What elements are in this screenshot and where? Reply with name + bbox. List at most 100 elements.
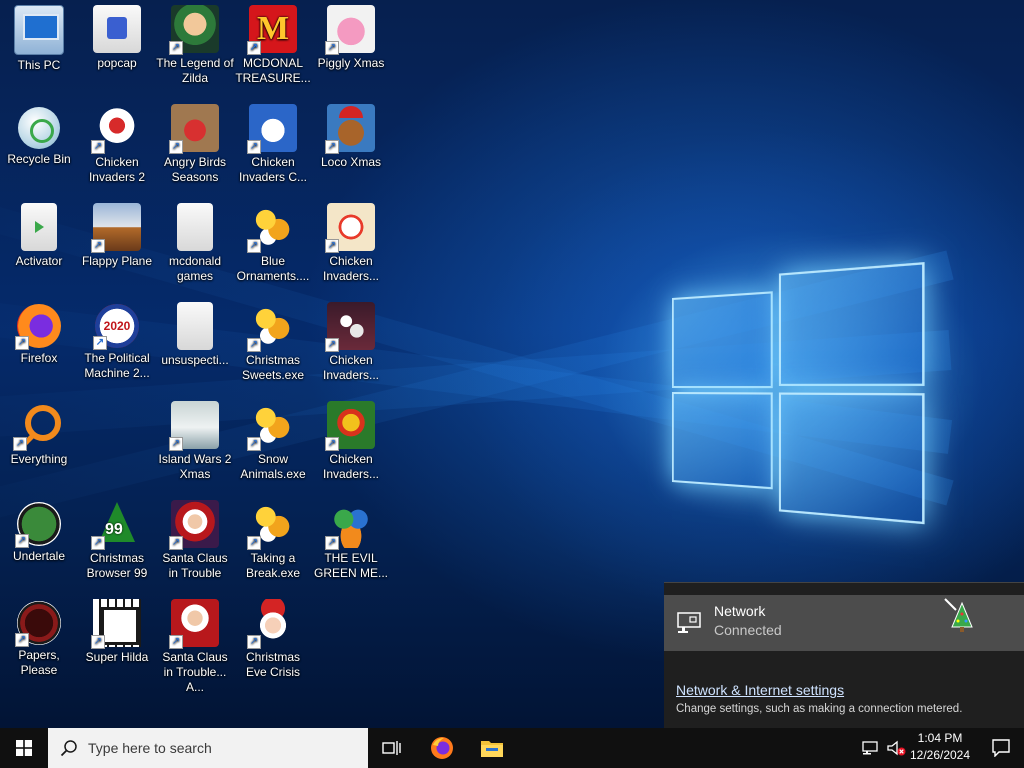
icon-label: Piggly Xmas (317, 56, 385, 70)
icon-label: Flappy Plane (81, 254, 153, 268)
shortcut-arrow-icon: ↗ (247, 437, 261, 451)
desktop-icon-this-pc[interactable]: This PC (0, 0, 78, 73)
island-icon: ↗ (169, 401, 219, 451)
icon-label: The Legend of Zilda (156, 56, 234, 85)
network-connection-tile[interactable]: Network Connected (664, 595, 1024, 651)
start-button[interactable] (0, 728, 48, 768)
chicken-icon: ↗ (325, 203, 375, 253)
shortcut-arrow-icon: ↗ (325, 239, 339, 253)
shortcut-arrow-icon: ↗ (325, 536, 339, 550)
taskbar-firefox-button[interactable] (418, 728, 466, 768)
icon-label: Loco Xmas (320, 155, 382, 169)
desktop-icon-christmas-eve-crisis[interactable]: ↗ Christmas Eve Crisis (234, 594, 312, 680)
desktop-icon-angry-birds-seasons[interactable]: ↗ Angry Birds Seasons (156, 99, 234, 185)
messenger-icon: ↗ (325, 500, 375, 550)
shortcut-arrow-icon: ↗ (247, 536, 261, 550)
desktop-icon-chicken-invaders-2[interactable]: ↗ Chicken Invaders 2 (78, 99, 156, 185)
desktop-icon-chicken-invaders-d[interactable]: ↗ Chicken Invaders... (312, 396, 390, 482)
mcdonalds-icon: M ↗ (247, 5, 297, 55)
tray-network-button[interactable] (858, 728, 884, 768)
snowman-icon: ↗ (247, 104, 297, 154)
icon-label: Taking a Break.exe (245, 551, 301, 580)
tray-clock[interactable]: 1:04 PM 12/26/2024 (906, 730, 974, 766)
desktop-icon-recycle-bin[interactable]: Recycle Bin (0, 99, 78, 167)
desktop-icon-flappy-plane[interactable]: ↗ Flappy Plane (78, 198, 156, 269)
desktop-icon-christmas-sweets[interactable]: ↗ Christmas Sweets.exe (234, 297, 312, 383)
tree-icon: 99 ↗ (91, 500, 141, 550)
desktop-icon-loco-xmas[interactable]: ↗ Loco Xmas (312, 99, 390, 170)
desktop-icon-blue-ornaments[interactable]: ↗ Blue Ornaments.... (234, 198, 312, 284)
shortcut-arrow-icon: ↗ (325, 140, 339, 154)
desktop-icon-mcdonald-games[interactable]: mcdonald games (156, 198, 234, 284)
desktop-icon-chicken-invaders-c[interactable]: ↗ Chicken Invaders C... (234, 99, 312, 185)
file-explorer-icon (481, 741, 503, 757)
shortcut-arrow-icon: ↗ (169, 41, 183, 55)
task-view-icon (382, 741, 401, 755)
desktop-icon-popcap[interactable]: popcap (78, 0, 156, 71)
desktop-icon-firefox[interactable]: ↗ Firefox (0, 297, 78, 366)
desktop-icon-mcdonal-treasure[interactable]: M ↗ MCDONAL TREASURE... (234, 0, 312, 86)
icon-label: Super Hilda (85, 650, 149, 664)
desktop-icon-legend-of-zilda[interactable]: ↗ The Legend of Zilda (156, 0, 234, 86)
network-settings-link[interactable]: Network & Internet settings (676, 682, 844, 698)
desktop-icon-santa-claus-in-trouble[interactable]: ↗ Santa Claus in Trouble (156, 495, 234, 581)
desktop-icon-papers-please[interactable]: ↗ Papers, Please (0, 594, 78, 678)
firefox-icon (431, 737, 453, 759)
network-settings-description: Change settings, such as making a connec… (676, 703, 963, 715)
clock-time: 1:04 PM (917, 731, 963, 745)
desktop-icon-super-hilda[interactable]: ↗ Super Hilda (78, 594, 156, 665)
action-center-button[interactable] (978, 728, 1024, 768)
shortcut-arrow-icon: ↗ (93, 336, 107, 350)
windows-logo-wallpaper (672, 248, 925, 525)
puzzle-icon: ↗ (247, 500, 297, 550)
desktop-icon-undertale[interactable]: ↗ Undertale (0, 495, 78, 564)
chicken-icon: ↗ (325, 401, 375, 451)
pixel-icon: ↗ (91, 599, 141, 649)
icon-label: The Political Machine 2... (84, 351, 150, 380)
shortcut-arrow-icon: ↗ (325, 41, 339, 55)
desktop-icon-evil-green-me[interactable]: ↗ THE EVIL GREEN ME... (312, 495, 390, 581)
desktop-icon-taking-a-break[interactable]: ↗ Taking a Break.exe (234, 495, 312, 581)
desktop-icon-island-wars-2-xmas[interactable]: ↗ Island Wars 2 Xmas (156, 396, 234, 482)
tray-volume-button[interactable] (884, 728, 908, 768)
shortcut-arrow-icon: ↗ (91, 536, 105, 550)
task-view-button[interactable] (368, 728, 416, 768)
network-flyout: Network Connected Network & Internet set… (664, 582, 1024, 729)
desktop-icon-political-machine[interactable]: 2020 ↗ The Political Machine 2... (78, 297, 156, 381)
taskbar: Type here to search 1:04 PM 12/26/2024 (0, 728, 1024, 768)
desktop-icon-unsuspecti[interactable]: unsuspecti... (156, 297, 234, 368)
desktop-icon-activator[interactable]: Activator (0, 198, 78, 269)
icon-label: Chicken Invaders... (322, 254, 380, 283)
search-placeholder: Type here to search (88, 740, 212, 756)
shortcut-arrow-icon: ↗ (247, 41, 261, 55)
icon-label: Angry Birds Seasons (163, 155, 227, 184)
icon-label: Santa Claus in Trouble (162, 551, 228, 580)
taskbar-search-box[interactable]: Type here to search (48, 728, 368, 768)
desktop-icon-christmas-browser-99[interactable]: 99 ↗ Christmas Browser 99 (78, 495, 156, 581)
taskbar-file-explorer-button[interactable] (468, 728, 516, 768)
plane-icon: ↗ (91, 203, 141, 253)
desktop-icon-everything[interactable]: ↗ Everything (0, 396, 78, 467)
angry-birds-icon: ↗ (169, 104, 219, 154)
santa-icon: ↗ (169, 599, 219, 649)
shortcut-arrow-icon: ↗ (91, 140, 105, 154)
icon-label: Recycle Bin (7, 152, 71, 166)
shortcut-arrow-icon: ↗ (325, 437, 339, 451)
desktop-icon-santa-claus-in-trouble-a[interactable]: ↗ Santa Claus in Trouble... A... (156, 594, 234, 695)
shortcut-arrow-icon: ↗ (169, 635, 183, 649)
desktop-icon-piggly-xmas[interactable]: ↗ Piggly Xmas (312, 0, 390, 71)
icon-label: Firefox (20, 351, 58, 365)
puzzle-icon: ↗ (247, 401, 297, 451)
political-icon: 2020 ↗ (93, 304, 139, 350)
desktop-icon-chicken-invaders-b[interactable]: ↗ Chicken Invaders... (312, 297, 390, 383)
desktop-icon-chicken-invaders-a[interactable]: ↗ Chicken Invaders... (312, 198, 390, 284)
shortcut-arrow-icon: ↗ (169, 536, 183, 550)
folder-icon (177, 203, 213, 251)
shortcut-arrow-icon: ↗ (169, 140, 183, 154)
desktop-icon-snow-animals[interactable]: ↗ Snow Animals.exe (234, 396, 312, 482)
icon-label: This PC (17, 58, 61, 72)
notification-icon (992, 739, 1010, 757)
shortcut-arrow-icon: ↗ (91, 635, 105, 649)
chicken-icon: ↗ (91, 104, 141, 154)
christmas-tree-cursor-icon (944, 598, 973, 632)
